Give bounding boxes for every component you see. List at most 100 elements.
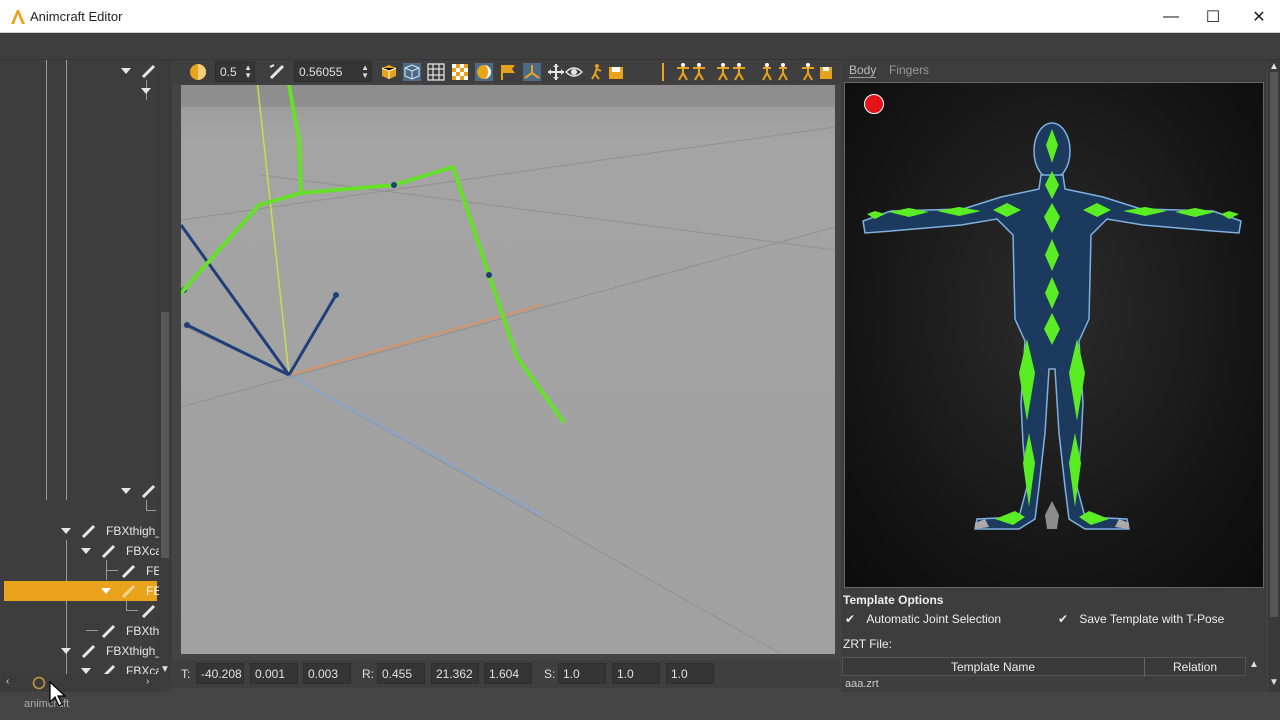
tree-scroll-thumb[interactable] (161, 312, 169, 558)
wireframe-icon[interactable] (403, 63, 421, 81)
skeleton-pose-icon[interactable] (675, 63, 707, 81)
table-scroll-up-icon[interactable]: ▲ (1249, 659, 1259, 670)
scale-label: S: (544, 667, 556, 681)
spin-arrows-icon[interactable]: ▲ ▼ (361, 64, 369, 80)
tree-horizontal-scrollbar[interactable]: ‹ › (0, 674, 160, 692)
maximize-button[interactable]: ☐ (1190, 0, 1236, 33)
panel-scroll-thumb[interactable] (1270, 72, 1278, 617)
rotate-z-field[interactable]: 1.604 (484, 663, 532, 684)
checker-floor-icon[interactable] (451, 63, 469, 81)
zrt-file-label: ZRT File: (843, 637, 892, 651)
expand-arrow-icon[interactable] (121, 488, 131, 494)
scroll-thumb-icon[interactable] (32, 676, 46, 690)
skeleton-save-icon[interactable] (800, 63, 834, 81)
opacity-sphere-icon[interactable] (189, 63, 207, 81)
tree-guide-line (126, 600, 127, 610)
tree-guide-line (106, 570, 118, 571)
auto-joint-label: Automatic Joint Selection (866, 612, 1002, 626)
expand-arrow-icon[interactable] (61, 528, 71, 534)
window-title: Animcraft Editor (30, 9, 123, 24)
scroll-right-icon[interactable]: › (146, 676, 149, 687)
tree-item-label[interactable]: FBXth (126, 624, 159, 638)
opacity-spinbox[interactable]: 0.5 ▲ ▼ (215, 61, 255, 82)
scale-x-field[interactable]: 1.0 (558, 663, 606, 684)
tree-guide-line (46, 60, 47, 500)
expand-arrow-icon[interactable] (121, 68, 131, 74)
col-relation[interactable]: Relation (1173, 660, 1217, 674)
bone-brush-icon (141, 604, 156, 618)
spin-arrows-icon[interactable]: ▲ ▼ (244, 64, 252, 80)
checkmark-icon[interactable]: ✔ (845, 612, 857, 626)
translate-y-field[interactable]: 0.001 (250, 663, 298, 684)
tree-item-label[interactable]: FBXthigh_ (106, 644, 162, 658)
tree-guide-line (66, 60, 67, 500)
scroll-left-icon[interactable]: ‹ (6, 676, 9, 687)
minimize-button[interactable]: — (1148, 0, 1194, 33)
bone-size-value: 0.56055 (299, 65, 343, 79)
bone-brush-icon (141, 484, 156, 498)
panel-vertical-scrollbar[interactable]: ▲ ▼ (1268, 60, 1280, 692)
template-panel: Body Fingers Template Options ✔ Automati… (841, 60, 1267, 692)
template-table-header: Template Name Relation (842, 657, 1246, 676)
tab-fingers[interactable]: Fingers (889, 63, 929, 77)
scroll-down-icon[interactable]: ▼ (1269, 677, 1279, 688)
skeleton-copy-icon[interactable] (759, 63, 791, 81)
pose-run-icon[interactable] (589, 63, 607, 81)
transform-bar: T: -40.208 0.001 0.003 R: 0.455 21.362 1… (172, 660, 840, 688)
lighting-icon[interactable] (475, 63, 493, 81)
title-bar: Animcraft Editor — ☐ ✕ (0, 0, 1280, 33)
scale-y-field[interactable]: 1.0 (612, 663, 660, 684)
translate-x-field[interactable]: -40.208 (196, 663, 244, 684)
tree-item-label[interactable]: FBXthigh_ (106, 524, 162, 538)
tab-body[interactable]: Body (849, 63, 877, 78)
scroll-down-icon[interactable]: ▼ (160, 664, 170, 675)
bone-brush-icon (101, 624, 116, 638)
bone-brush-icon (81, 644, 96, 658)
3d-viewport[interactable] (181, 85, 835, 654)
expand-arrow-icon[interactable] (61, 648, 71, 654)
axis-gizmo-icon[interactable] (523, 63, 541, 81)
animcraft-logo-icon (11, 10, 25, 24)
bone-size-icon[interactable] (268, 63, 286, 81)
tree-item-label[interactable]: FBXca (126, 544, 162, 558)
body-silhouette[interactable] (845, 83, 1264, 588)
expand-arrow-icon[interactable] (141, 88, 151, 94)
root-marker-icon[interactable] (1045, 501, 1059, 529)
viewport-scene[interactable] (181, 85, 835, 654)
save-tpose-label: Save Template with T-Pose (1079, 612, 1225, 626)
body-map-view[interactable] (844, 82, 1264, 588)
rotate-x-field[interactable]: 0.455 (377, 663, 425, 684)
hierarchy-tree[interactable]: ▲ FBXthigh_ FBXca FE FE FBXth FBXthigh_ … (0, 60, 172, 692)
rotate-y-field[interactable]: 21.362 (431, 663, 479, 684)
save-pose-icon[interactable] (607, 63, 625, 81)
expand-arrow-icon[interactable] (101, 588, 111, 594)
tree-guide-line (66, 540, 67, 680)
tree-guide-line (126, 610, 138, 611)
expand-arrow-icon[interactable] (81, 548, 91, 554)
save-tpose-checkbox[interactable]: ✔ Save Template with T-Pose (1058, 612, 1224, 626)
rotate-label: R: (362, 667, 374, 681)
joint-dot (391, 182, 397, 188)
grid-icon[interactable] (427, 63, 445, 81)
checkmark-icon[interactable]: ✔ (1058, 612, 1070, 626)
table-row[interactable]: aaa.zrt (845, 678, 879, 690)
template-table[interactable]: Template Name Relation ▲ aaa.zrt (842, 657, 1259, 692)
col-template-name[interactable]: Template Name (951, 660, 1035, 674)
tree-guide-line (146, 510, 156, 511)
mesh-cube-icon[interactable] (380, 63, 398, 81)
column-divider (1144, 658, 1145, 676)
visibility-eye-icon[interactable] (565, 63, 583, 81)
viewport-toolbar: 0.5 ▲ ▼ 0.56055 ▲ ▼ (172, 60, 840, 84)
bone-size-spinbox[interactable]: 0.56055 ▲ ▼ (294, 61, 372, 82)
auto-joint-checkbox[interactable]: ✔ Automatic Joint Selection (845, 612, 1001, 626)
scroll-up-icon[interactable]: ▲ (1269, 61, 1279, 72)
joint-dot (333, 292, 339, 298)
body-joint-shapes[interactable] (867, 129, 1239, 525)
scale-z-field[interactable]: 1.0 (666, 663, 714, 684)
skeleton-mirror-icon[interactable] (715, 63, 747, 81)
move-icon[interactable] (547, 63, 565, 81)
translate-z-field[interactable]: 0.003 (303, 663, 351, 684)
bone-brush-icon (121, 564, 136, 578)
close-button[interactable]: ✕ (1236, 0, 1280, 33)
flag-icon[interactable] (499, 63, 517, 81)
